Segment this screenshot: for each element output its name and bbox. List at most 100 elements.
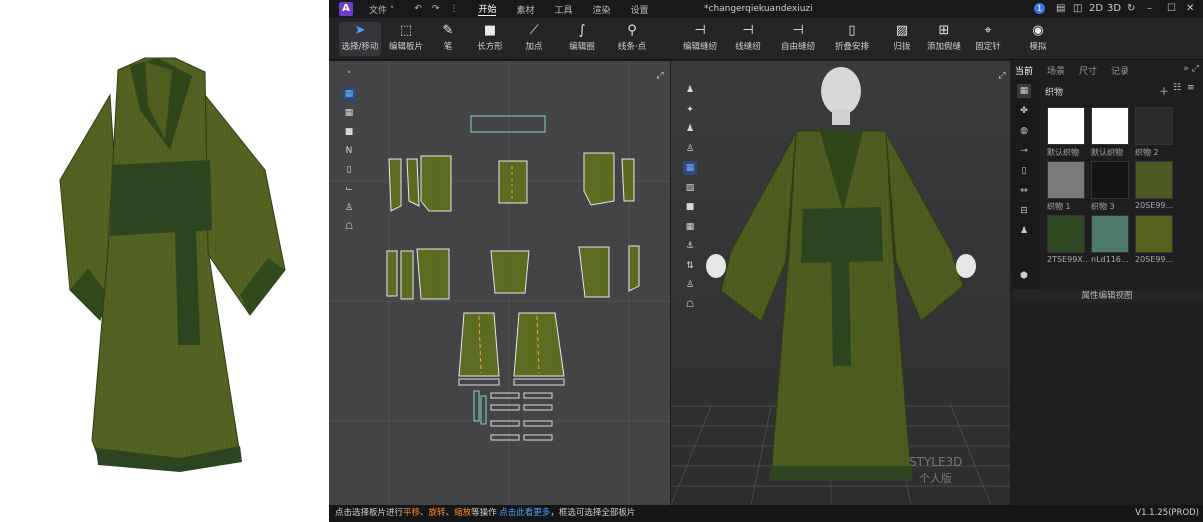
pattern-icon[interactable]: ▯ xyxy=(342,163,356,177)
pattern-pieces[interactable] xyxy=(386,115,640,441)
garment-preview-image xyxy=(59,57,286,472)
outline-icon[interactable]: ☖ xyxy=(683,298,697,312)
panel-tab[interactable]: 当前 xyxy=(1015,64,1033,77)
expand-2d-icon[interactable]: ⤢ xyxy=(653,69,667,83)
fill-icon[interactable]: ■ xyxy=(342,125,356,139)
version-label: V1.1.25(PROD) xyxy=(1135,508,1199,518)
redo-icon[interactable]: ↷ xyxy=(432,4,440,14)
menu-material[interactable]: 素材 xyxy=(516,3,534,16)
menu-icon[interactable]: ≡ xyxy=(1187,83,1195,93)
undo-icon[interactable]: ↶ xyxy=(414,4,422,14)
tool-pen-button[interactable]: ✎ 笔 xyxy=(427,22,469,56)
avatar-3d-view[interactable]: STYLE3D 个人版 ⤢ ♟ ✦ ♟ ♙ ▦ ▨ ■ ▦ ⚓ ⇅ ♙ ☖ xyxy=(671,61,1010,505)
property-editor-header[interactable]: 属性编辑视图 xyxy=(1011,289,1203,303)
fabric-thumbnail[interactable] xyxy=(1091,161,1129,199)
panel-expand-icon[interactable]: » ⤢ xyxy=(1183,64,1199,74)
show-fabric-icon[interactable]: ▦ xyxy=(342,87,356,101)
notification-badge[interactable]: 1 xyxy=(1034,3,1045,14)
menu-render[interactable]: 渲染 xyxy=(593,3,611,16)
view-3d-button[interactable]: 3D xyxy=(1107,3,1121,14)
tool-rectangle-button[interactable]: ■ 长方形 xyxy=(469,22,511,56)
needle-side-icon[interactable]: ⊸ xyxy=(1017,144,1031,158)
expand-3d-icon[interactable]: ⤢ xyxy=(995,69,1009,83)
garment-icon[interactable]: ♙ xyxy=(683,278,697,292)
shirt-icon[interactable]: ♙ xyxy=(342,201,356,215)
avatar-outline-icon[interactable]: ☖ xyxy=(342,220,356,234)
file-title: *changerqiekuandexiuzi xyxy=(704,4,813,14)
edit-curve-icon: ∫ xyxy=(578,23,586,38)
tool-add-point-button[interactable]: ⟋ 加点 xyxy=(513,22,555,56)
style3d-app: A 文件 ˅ ↶ ↷ ⋮ 开始 素材 工具 渲染 设置 *changerqiek… xyxy=(329,0,1203,522)
panel-sidebar: ▦ ✤ ◍ ⊸ ▯ ⇔ ⊟ ♟ ⬢ xyxy=(1011,79,1039,303)
tool-edit-curve-button[interactable]: ∫ 编辑圈 xyxy=(561,22,603,56)
corner-icon[interactable]: ⌙ xyxy=(342,182,356,196)
menu-settings[interactable]: 设置 xyxy=(631,3,649,16)
trim-side-icon[interactable]: ⇔ xyxy=(1017,184,1031,198)
tool-label: 编辑板片 xyxy=(388,42,423,52)
tool-label: 线缝纫 xyxy=(735,42,761,52)
tool-gather-button[interactable]: ▨ 归拢 xyxy=(881,22,923,56)
minimize-icon[interactable]: – xyxy=(1147,3,1152,14)
menu-file[interactable]: 文件 ˅ xyxy=(369,3,394,16)
avatar-3d-canvas[interactable]: STYLE3D 个人版 xyxy=(671,61,1010,505)
list-view-icon[interactable]: ☷ xyxy=(1173,83,1181,93)
status-more-link[interactable]: 点击此看更多 xyxy=(499,508,550,518)
tool-pointer-button[interactable]: ➤ 选择/移动 xyxy=(339,22,381,56)
close-icon[interactable]: ✕ xyxy=(1186,3,1194,14)
fabric-thumbnail[interactable] xyxy=(1091,215,1129,253)
panel-tab[interactable]: 场景 xyxy=(1047,64,1065,77)
material-icon[interactable]: ▨ xyxy=(683,181,697,195)
skeleton-icon[interactable]: ♟ xyxy=(683,122,697,136)
view-2d-button[interactable]: 2D xyxy=(1089,3,1103,14)
fabric-thumbnail[interactable] xyxy=(1135,107,1173,145)
split-view-icon[interactable]: ◫ xyxy=(1073,3,1082,14)
tool-tack-button[interactable]: ⊞ 添加假缝 xyxy=(923,22,965,56)
avatar-icon[interactable]: ♟ xyxy=(683,83,697,97)
fabric-thumbnail[interactable] xyxy=(1047,107,1085,145)
avatar-side-icon[interactable]: ♟ xyxy=(1017,224,1031,238)
tool-simulate-button[interactable]: ◉ 模拟 xyxy=(1017,22,1059,56)
fabric-thumbnail[interactable] xyxy=(1091,107,1129,145)
menu-start[interactable]: 开始 xyxy=(478,2,497,16)
panel-tab[interactable]: 尺寸 xyxy=(1079,64,1097,77)
grid3d-icon[interactable]: ▦ xyxy=(683,220,697,234)
anchor-icon[interactable]: ⚓ xyxy=(683,239,697,253)
pattern-2d-view[interactable]: ˅ ⤢ ▦ ▦ ■ N ▯ ⌙ ♙ ☖ xyxy=(329,61,670,505)
fabric-thumbnail[interactable] xyxy=(1135,215,1173,253)
grid-icon[interactable]: ▦ xyxy=(342,106,356,120)
fabric-thumbnail[interactable] xyxy=(1135,161,1173,199)
add-fabric-icon[interactable]: ＋ xyxy=(1159,83,1169,98)
menu-tools[interactable]: 工具 xyxy=(555,3,573,16)
button-side-icon[interactable]: ✤ xyxy=(1017,104,1031,118)
tool-edit-pattern-button[interactable]: ⬚ 编辑板片 xyxy=(385,22,427,56)
fill3d-icon[interactable]: ■ xyxy=(683,200,697,214)
tool-line-point-button[interactable]: ⚲ 线条·点 xyxy=(611,22,653,56)
tool-free-sewing-button[interactable]: ⊣ 自由缝纫 xyxy=(777,22,819,56)
status-text-2: 等操作 xyxy=(471,508,500,518)
tool-seam-sewing-button[interactable]: ⊣ 线缝纫 xyxy=(727,22,769,56)
refresh-icon[interactable]: ↻ xyxy=(1127,3,1135,14)
notch-icon[interactable]: N xyxy=(342,144,356,158)
fabric-label: 织物 2 xyxy=(1135,148,1159,157)
sphere-side-icon[interactable]: ◍ xyxy=(1017,124,1031,138)
pattern-canvas[interactable] xyxy=(329,61,670,505)
texture-icon[interactable]: ▦ xyxy=(683,161,697,175)
more-icon[interactable]: ⋮ xyxy=(449,4,458,14)
tool-edit-sewing-button[interactable]: ⊣ 编辑缝纫 xyxy=(679,22,721,56)
stretch-icon[interactable]: ⇅ xyxy=(683,259,697,273)
tool-pin-button[interactable]: ⌖ 固定针 xyxy=(967,22,1009,56)
panel-collapse-icon[interactable]: ˅ xyxy=(342,69,356,83)
pose-icon[interactable]: ✦ xyxy=(683,103,697,117)
object-side-icon[interactable]: ⬢ xyxy=(1017,269,1031,283)
maximize-icon[interactable]: ☐ xyxy=(1167,3,1176,14)
tool-fold-arrange-button[interactable]: ▯ 折叠安排 xyxy=(831,22,873,56)
fabric-thumbnail[interactable] xyxy=(1047,215,1085,253)
panel-tab[interactable]: 记录 xyxy=(1111,64,1129,77)
zipper-side-icon[interactable]: ▯ xyxy=(1017,164,1031,178)
fabric-thumbnail[interactable] xyxy=(1047,161,1085,199)
avatar-group-icon[interactable]: ♙ xyxy=(683,142,697,156)
fabric-side-icon[interactable]: ▦ xyxy=(1017,84,1031,98)
garment-preview xyxy=(0,0,329,522)
layout-icon[interactable]: ▤ xyxy=(1056,3,1065,14)
topstitch-side-icon[interactable]: ⊟ xyxy=(1017,204,1031,218)
